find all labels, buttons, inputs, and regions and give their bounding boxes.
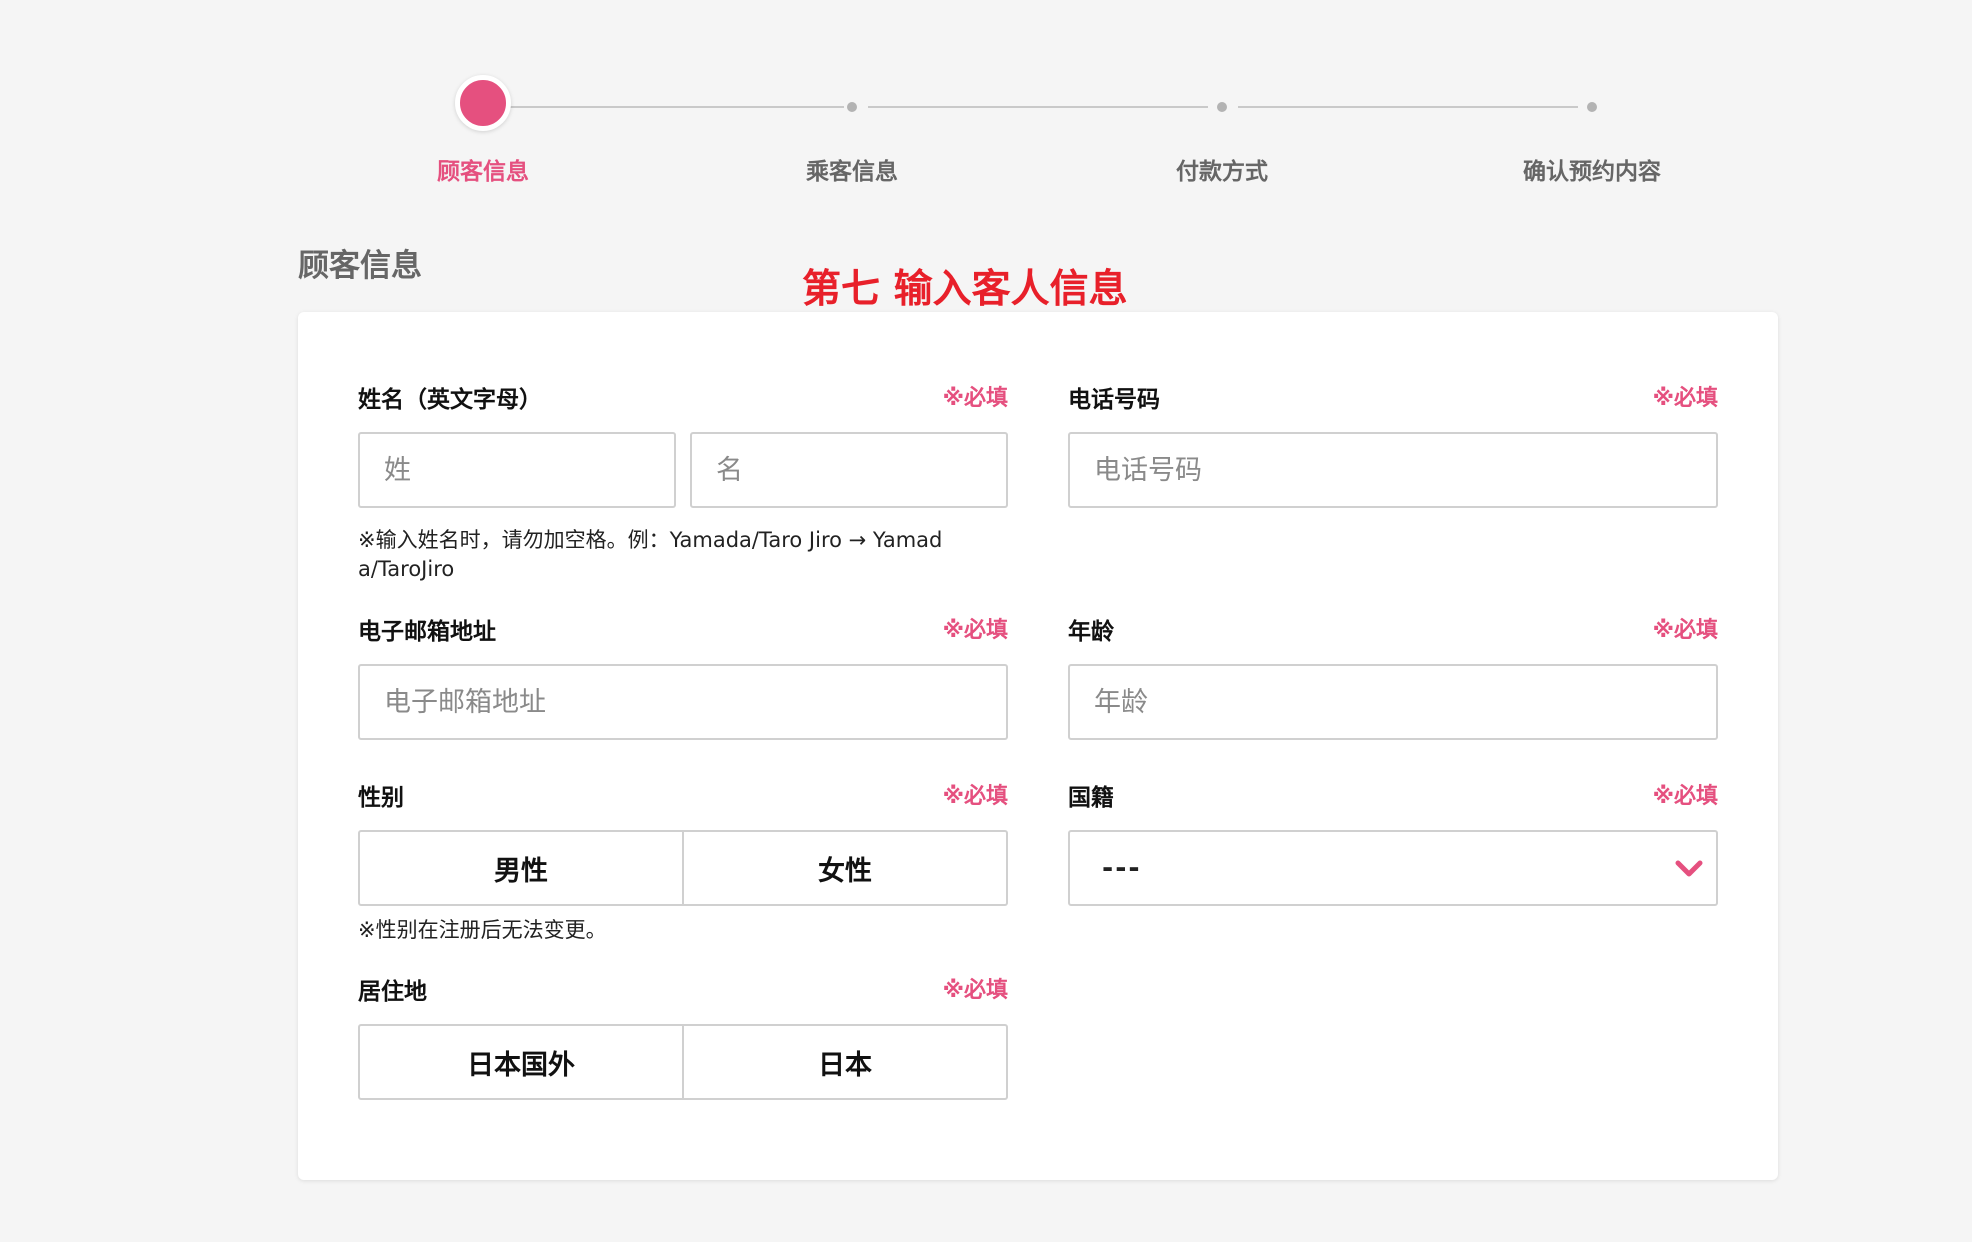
residence-japan-button[interactable]: 日本 (682, 1026, 1006, 1098)
residence-required-mark: ※必填 (942, 978, 1008, 1003)
residence-overseas-button[interactable]: 日本国外 (360, 1026, 682, 1098)
name-required-mark: ※必填 (942, 386, 1008, 411)
residence-selector: 日本国外 日本 (358, 1024, 1008, 1100)
nationality-select[interactable]: --- (1068, 830, 1718, 906)
name-format-note-line1: ※输入姓名时，请勿加空格。例：Yamada/Taro Jiro → Yamad (358, 528, 943, 552)
gender-selector: 男性 女性 (358, 830, 1008, 906)
step-dot-customer-info (455, 75, 511, 131)
step-dot-payment-method (1214, 99, 1230, 115)
stepper-line-2 (868, 106, 1208, 108)
gender-note: ※性别在注册后无法变更。 (358, 918, 607, 942)
gender-female-button[interactable]: 女性 (682, 832, 1006, 904)
last-name-input[interactable] (358, 432, 676, 508)
step-label-customer-info: 顾客信息 (437, 159, 529, 185)
name-format-note-line2: a/TaroJiro (358, 557, 455, 581)
step-label-passenger-info: 乘客信息 (806, 159, 898, 185)
step-dot-confirm-booking (1584, 99, 1600, 115)
email-label: 电子邮箱地址 (358, 619, 496, 645)
nationality-label: 国籍 (1068, 785, 1114, 811)
phone-input[interactable] (1068, 432, 1718, 508)
stepper-line-3 (1238, 106, 1578, 108)
email-required-mark: ※必填 (942, 618, 1008, 643)
phone-required-mark: ※必填 (1652, 386, 1718, 411)
nationality-selected-value: --- (1102, 852, 1142, 884)
age-input[interactable] (1068, 664, 1718, 740)
first-name-input[interactable] (690, 432, 1008, 508)
stepper-line-1 (510, 106, 844, 108)
page-title: 顾客信息 (298, 248, 422, 284)
phone-label: 电话号码 (1068, 387, 1160, 413)
gender-label: 性别 (358, 785, 404, 811)
nationality-required-mark: ※必填 (1652, 784, 1718, 809)
residence-label: 居住地 (358, 979, 427, 1005)
step-dot-passenger-info (844, 99, 860, 115)
customer-info-form: 姓名（英文字母） ※必填 ※输入姓名时，请勿加空格。例：Yamada/Taro … (298, 312, 1778, 1180)
name-label: 姓名（英文字母） (358, 387, 542, 413)
chevron-down-icon[interactable] (1674, 858, 1704, 880)
gender-required-mark: ※必填 (942, 784, 1008, 809)
age-label: 年龄 (1068, 619, 1114, 645)
name-format-note: ※输入姓名时，请勿加空格。例：Yamada/Taro Jiro → Yamad … (358, 526, 1038, 584)
annotation-text: 第七 输入客人信息 (802, 267, 1128, 312)
email-input[interactable] (358, 664, 1008, 740)
progress-stepper: 顾客信息 乘客信息 付款方式 确认预约内容 (0, 0, 1972, 200)
age-required-mark: ※必填 (1652, 618, 1718, 643)
gender-male-button[interactable]: 男性 (360, 832, 682, 904)
step-label-payment-method: 付款方式 (1176, 159, 1268, 185)
step-label-confirm-booking: 确认预约内容 (1523, 159, 1661, 185)
